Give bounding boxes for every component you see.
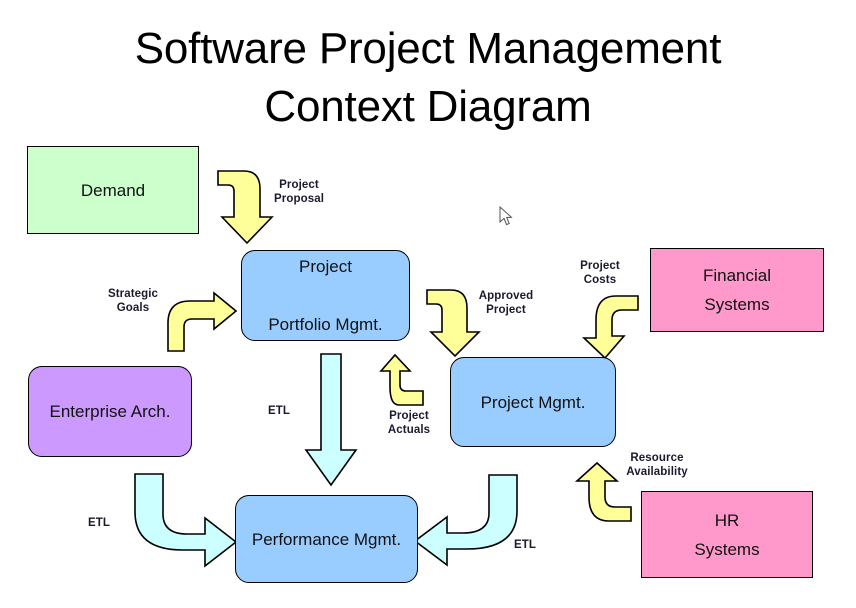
arrow-strategic-goals xyxy=(167,291,238,352)
label-project-costs: Project Costs xyxy=(580,260,620,286)
node-project-mgmt[interactable]: Project Mgmt. xyxy=(450,357,616,447)
arrow-etl-enterprise-performance xyxy=(134,473,238,568)
label-resource-availability: Resource Availability xyxy=(626,452,688,478)
node-enterprise-arch[interactable]: Enterprise Arch. xyxy=(28,366,192,457)
arrow-etl-projectmgmt-performance xyxy=(413,474,518,567)
label-project-proposal: Project Proposal xyxy=(273,179,324,205)
diagram-canvas: Software Project Management Context Diag… xyxy=(0,0,856,608)
node-hr-systems-label: HR Systems xyxy=(694,510,760,559)
label-etl-projectmgmt-performance: ETL xyxy=(513,539,537,551)
node-enterprise-arch-label: Enterprise Arch. xyxy=(49,402,171,421)
page-title: Software Project Management Context Diag… xyxy=(134,24,722,131)
mouse-pointer-icon xyxy=(499,206,513,226)
label-strategic-goals: Strategic Goals xyxy=(107,288,159,314)
label-approved-project: Approved Project xyxy=(478,290,534,316)
arrow-project-actuals xyxy=(379,353,424,406)
node-demand-label: Demand xyxy=(80,180,146,200)
node-hr-systems[interactable]: HR Systems xyxy=(641,491,813,578)
node-financial-systems-label: Financial Systems xyxy=(702,266,772,314)
node-project-portfolio-mgmt-label: Project Portfolio Mgmt. xyxy=(268,257,383,334)
node-project-portfolio-mgmt[interactable]: Project Portfolio Mgmt. xyxy=(241,250,410,341)
label-etl-portfolio-performance: ETL xyxy=(267,405,291,417)
node-financial-systems[interactable]: Financial Systems xyxy=(650,248,824,332)
arrow-etl-portfolio-performance xyxy=(304,353,358,487)
label-etl-enterprise-performance: ETL xyxy=(87,517,111,529)
label-project-actuals: Project Actuals xyxy=(387,410,431,436)
node-demand[interactable]: Demand xyxy=(27,146,199,234)
node-performance-mgmt-label: Performance Mgmt. xyxy=(251,529,402,549)
node-project-mgmt-label: Project Mgmt. xyxy=(480,392,586,412)
node-performance-mgmt[interactable]: Performance Mgmt. xyxy=(235,495,418,583)
arrow-project-costs xyxy=(582,295,639,360)
